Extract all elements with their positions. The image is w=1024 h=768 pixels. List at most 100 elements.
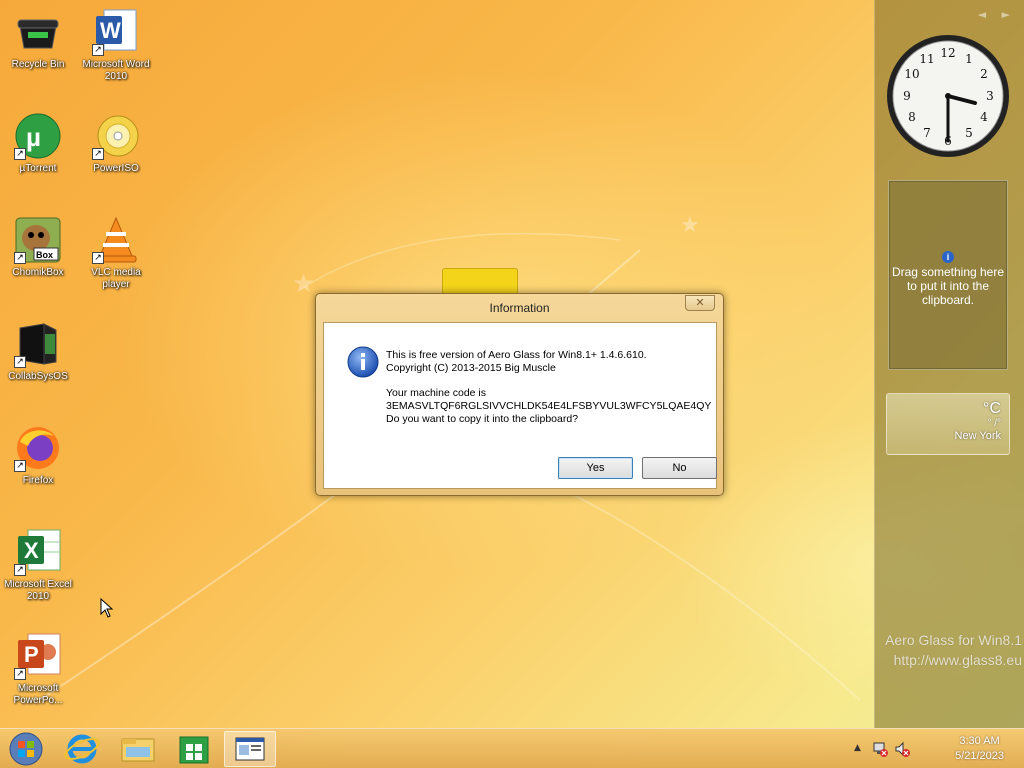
desktop-icon-label: VLC media player xyxy=(91,267,141,290)
dialog-line-copyright: Copyright (C) 2013-2015 Big Muscle xyxy=(386,362,556,374)
dialog-line-question: Do you want to copy it into the clipboar… xyxy=(386,413,579,425)
firefox-icon: ↗ xyxy=(14,424,62,472)
desktop-icon-firefox[interactable]: ↗ Firefox xyxy=(0,424,76,487)
desktop-icon-excel[interactable]: X ↗ Microsoft Excel 2010 xyxy=(0,528,76,603)
desktop-icon-powerpoint[interactable]: P ↗ Microsoft PowerPo... xyxy=(0,632,76,707)
vlc-icon: ↗ xyxy=(92,216,140,264)
dialog-line-machine-code-label: Your machine code is xyxy=(386,387,487,399)
svg-text:X: X xyxy=(24,538,39,563)
taskbar-file-explorer[interactable] xyxy=(112,731,164,767)
powerpoint-icon: P ↗ xyxy=(14,632,62,680)
watermark-line-2: http://www.glass8.eu xyxy=(893,652,1022,668)
svg-text:3: 3 xyxy=(986,89,994,103)
svg-text:1: 1 xyxy=(965,52,973,66)
desktop-icon-label: CollabSysOS xyxy=(8,371,68,382)
svg-text:12: 12 xyxy=(940,46,955,60)
windows-logo-icon xyxy=(9,732,43,766)
weather-city: New York xyxy=(954,430,1001,442)
close-button[interactable]: ✕ xyxy=(685,295,715,311)
folder-icon xyxy=(121,738,155,762)
svg-text:Box: Box xyxy=(36,250,53,260)
recycle-bin-icon xyxy=(14,8,62,56)
shortcut-arrow-icon: ↗ xyxy=(14,252,26,264)
desktop-icon-label: Firefox xyxy=(22,475,54,486)
volume-muted-icon[interactable] xyxy=(894,741,910,757)
svg-text:2: 2 xyxy=(980,67,988,81)
watermark-line-1: Aero Glass for Win8.1 xyxy=(885,632,1022,648)
poweriso-icon: ↗ xyxy=(92,112,140,160)
shortcut-arrow-icon: ↗ xyxy=(14,148,26,160)
desktop-icon-label: Microsoft PowerPo... xyxy=(13,683,63,706)
svg-text:5: 5 xyxy=(965,126,973,140)
clock-date: 5/21/2023 xyxy=(955,750,1004,762)
desktop-icon-utorrent[interactable]: µ ↗ µTorrent xyxy=(0,112,76,175)
desktop-icon-label: Microsoft Excel 2010 xyxy=(4,579,72,602)
close-icon: ✕ xyxy=(695,296,705,309)
dialog-title: Information xyxy=(489,301,550,315)
shortcut-arrow-icon: ↗ xyxy=(14,668,26,680)
collabsysos-icon: ↗ xyxy=(14,320,62,368)
desktop-icon-label: PowerISO xyxy=(93,163,139,174)
start-button[interactable] xyxy=(6,731,46,767)
shortcut-arrow-icon: ↗ xyxy=(14,564,26,576)
taskbar-clock[interactable]: 3:30 AM 5/21/2023 xyxy=(955,734,1004,764)
svg-text:P: P xyxy=(24,642,39,667)
svg-text:7: 7 xyxy=(923,126,931,140)
excel-icon: X ↗ xyxy=(14,528,62,576)
show-hidden-icons-arrow[interactable]: ▲ xyxy=(854,743,861,753)
yes-button[interactable]: Yes xyxy=(558,457,633,479)
utorrent-icon: µ ↗ xyxy=(14,112,62,160)
desktop-icon-vlc[interactable]: ↗ VLC media player xyxy=(78,216,154,291)
network-disconnected-icon[interactable] xyxy=(872,741,888,757)
taskbar-store[interactable] xyxy=(168,731,220,767)
clipboard-gadget[interactable]: i Drag something here to put it into the… xyxy=(888,180,1008,370)
information-dialog: Information ✕ This is free version of Ae… xyxy=(315,293,724,496)
desktop-icon-label: Recycle Bin xyxy=(11,59,65,70)
dialog-line-version: This is free version of Aero Glass for W… xyxy=(386,349,647,361)
desktop-icon-poweriso[interactable]: ↗ PowerISO xyxy=(78,112,154,175)
window-icon xyxy=(235,737,265,761)
clipboard-gadget-text: Drag something here to put it into the c… xyxy=(891,265,1005,307)
weather-gadget[interactable]: °C ° /° New York xyxy=(886,393,1010,455)
dialog-message: This is free version of Aero Glass for W… xyxy=(386,349,712,426)
svg-text:4: 4 xyxy=(980,110,988,124)
mouse-cursor-icon xyxy=(100,598,114,618)
chomikbox-icon: Box ↗ xyxy=(14,216,62,264)
svg-text:★: ★ xyxy=(680,213,700,238)
svg-text:11: 11 xyxy=(919,52,934,66)
svg-text:W: W xyxy=(100,18,121,43)
desktop-icon-chomikbox[interactable]: Box ↗ ChomikBox xyxy=(0,216,76,279)
desktop-icon-word[interactable]: W ↗ Microsoft Word 2010 xyxy=(78,8,154,83)
svg-text:★: ★ xyxy=(292,269,315,299)
shortcut-arrow-icon: ↗ xyxy=(92,44,104,56)
clock-gadget[interactable]: 12 1 2 3 4 5 6 7 8 9 10 11 xyxy=(885,33,1011,159)
svg-text:9: 9 xyxy=(903,89,911,103)
taskbar-internet-explorer[interactable] xyxy=(56,731,108,767)
weather-range: ° /° xyxy=(987,418,1001,429)
info-icon xyxy=(346,345,380,379)
shortcut-arrow-icon: ↗ xyxy=(92,148,104,160)
dialog-body: This is free version of Aero Glass for W… xyxy=(323,322,717,489)
aero-glass-watermark: Aero Glass for Win8.1 http://www.glass8.… xyxy=(885,630,1022,670)
desktop-icon-collabsysos[interactable]: ↗ CollabSysOS xyxy=(0,320,76,383)
svg-text:8: 8 xyxy=(908,110,916,124)
shortcut-arrow-icon: ↗ xyxy=(14,460,26,472)
clock-time: 3:30 AM xyxy=(959,735,1000,747)
svg-text:µ: µ xyxy=(26,122,41,152)
desktop-icon-recycle-bin[interactable]: Recycle Bin xyxy=(0,8,76,71)
analog-clock-icon: 12 1 2 3 4 5 6 7 8 9 10 11 xyxy=(887,35,1009,157)
svg-text:10: 10 xyxy=(904,67,919,81)
system-tray: ▲ 3:30 AM 5/21/2023 xyxy=(854,729,1024,768)
weather-unit: °C xyxy=(983,400,1001,417)
shortcut-arrow-icon: ↗ xyxy=(92,252,104,264)
machine-code: 3EMASVLTQF6RGLSIVVCHLDK54E4LFSBYVUL3WFCY… xyxy=(386,400,712,412)
desktop-icon-label: Microsoft Word 2010 xyxy=(82,59,150,82)
internet-explorer-icon xyxy=(64,734,100,764)
store-icon xyxy=(179,736,209,764)
word-icon: W ↗ xyxy=(92,8,140,56)
sidebar-nav-arrows[interactable]: ◄ ► xyxy=(978,8,1016,21)
taskbar-aero-glass-dialog[interactable] xyxy=(224,731,276,767)
no-button[interactable]: No xyxy=(642,457,717,479)
info-icon: i xyxy=(942,251,954,263)
taskbar: ▲ 3:30 AM 5/21/2023 xyxy=(0,728,1024,768)
